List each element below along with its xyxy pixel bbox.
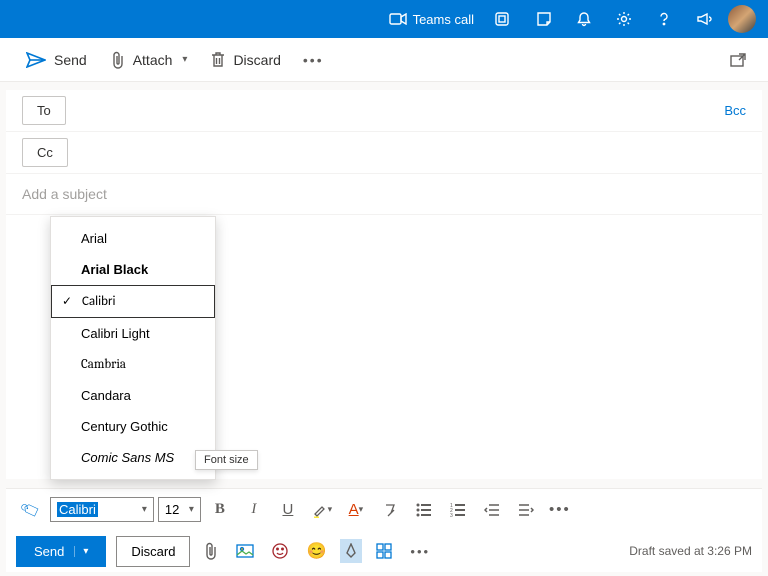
trash-icon — [211, 52, 225, 68]
meet-now-icon[interactable] — [488, 3, 520, 35]
more-actions-button[interactable]: ••• — [295, 46, 332, 74]
image-icon[interactable] — [232, 540, 258, 562]
bcc-link[interactable]: Bcc — [724, 103, 746, 118]
popout-button[interactable] — [724, 47, 752, 73]
discard-button-bottom[interactable]: Discard — [116, 536, 190, 567]
bold-button[interactable]: B — [205, 495, 235, 525]
send-label: Send — [34, 544, 64, 559]
font-option-comic-sans[interactable]: Comic Sans MS — [51, 442, 215, 473]
more-icon[interactable]: ••• — [406, 540, 434, 563]
chevron-down-icon: ▾ — [359, 504, 364, 515]
chevron-down-icon: ▾ — [328, 504, 333, 515]
svg-text:3: 3 — [450, 513, 453, 517]
tag-icon[interactable]: 🏷 — [16, 495, 46, 525]
clear-format-icon — [382, 502, 398, 518]
bullet-list-icon — [416, 503, 432, 517]
to-button[interactable]: To — [22, 96, 66, 125]
teams-call-label: Teams call — [413, 12, 474, 27]
font-size-select[interactable]: ▾ — [158, 497, 201, 522]
font-option-candara[interactable]: Candara — [51, 380, 215, 411]
chevron-down-icon: ▾ — [182, 54, 187, 65]
send-button[interactable]: Send — [16, 46, 97, 74]
app-topbar: Teams call — [0, 0, 768, 38]
highlighter-icon — [312, 502, 328, 518]
send-icon — [26, 52, 46, 68]
attach-icon-bottom[interactable] — [200, 538, 222, 564]
number-list-icon: 123 — [450, 503, 466, 517]
font-size-tooltip: Font size — [195, 450, 258, 470]
bullet-list-button[interactable] — [409, 495, 439, 525]
bell-icon[interactable] — [568, 3, 600, 35]
subject-input[interactable]: Add a subject — [6, 174, 762, 215]
cc-row: Cc — [6, 132, 762, 174]
gear-icon[interactable] — [608, 3, 640, 35]
highlight-color-button[interactable]: ▾ — [307, 495, 337, 525]
clear-format-button[interactable] — [375, 495, 405, 525]
font-size-input[interactable] — [165, 502, 185, 517]
attach-button[interactable]: Attach ▾ — [101, 45, 198, 75]
attach-label: Attach — [133, 52, 173, 68]
font-option-cambria[interactable]: Cambria — [51, 349, 215, 380]
avatar[interactable] — [728, 5, 756, 33]
emoji-icon[interactable]: 😊 — [302, 537, 330, 565]
teams-call-button[interactable]: Teams call — [383, 12, 480, 27]
to-row: To Bcc — [6, 90, 762, 132]
discard-button[interactable]: Discard — [201, 46, 290, 74]
discard-label: Discard — [233, 52, 280, 68]
more-format-button[interactable]: ••• — [545, 495, 575, 525]
indent-button[interactable] — [511, 495, 541, 525]
command-bar: Send Attach ▾ Discard ••• — [0, 38, 768, 82]
outdent-icon — [484, 503, 500, 517]
font-option-century-gothic[interactable]: Century Gothic — [51, 411, 215, 442]
cc-button[interactable]: Cc — [22, 138, 68, 167]
apps-icon[interactable] — [372, 539, 396, 563]
format-toolbar: 🏷 Calibri ▾ ▾ B I U ▾ A ▾ 123 ••• — [6, 488, 762, 530]
video-icon — [389, 13, 407, 25]
chevron-down-icon: ▾ — [189, 504, 194, 515]
megaphone-icon[interactable] — [688, 3, 720, 35]
font-family-menu: Arial Arial Black Calibri Calibri Light … — [50, 216, 216, 480]
number-list-button[interactable]: 123 — [443, 495, 473, 525]
signature-icon[interactable] — [340, 539, 362, 563]
send-bar: Send ▾ Discard 😊 ••• Draft saved at 3:26… — [6, 530, 762, 572]
font-name-select[interactable]: Calibri ▾ — [50, 497, 154, 522]
italic-button[interactable]: I — [239, 495, 269, 525]
draft-status: Draft saved at 3:26 PM — [629, 544, 752, 558]
font-option-arial-black[interactable]: Arial Black — [51, 254, 215, 285]
font-option-calibri[interactable]: Calibri — [51, 285, 215, 318]
chevron-down-icon: ▾ — [142, 504, 147, 515]
underline-button[interactable]: U — [273, 495, 303, 525]
indent-icon — [518, 503, 534, 517]
attach-icon — [111, 51, 125, 69]
emoji-picker-icon[interactable] — [268, 539, 292, 563]
chevron-down-icon: ▾ — [74, 546, 88, 557]
font-option-calibri-light[interactable]: Calibri Light — [51, 318, 215, 349]
outdent-button[interactable] — [477, 495, 507, 525]
notes-icon[interactable] — [528, 3, 560, 35]
help-icon[interactable] — [648, 3, 680, 35]
font-color-button[interactable]: A ▾ — [341, 495, 371, 525]
popout-icon — [730, 53, 746, 67]
send-split-button[interactable]: Send ▾ — [16, 536, 106, 567]
font-name-value: Calibri — [57, 502, 98, 517]
send-label: Send — [54, 52, 87, 68]
font-option-arial[interactable]: Arial — [51, 223, 215, 254]
